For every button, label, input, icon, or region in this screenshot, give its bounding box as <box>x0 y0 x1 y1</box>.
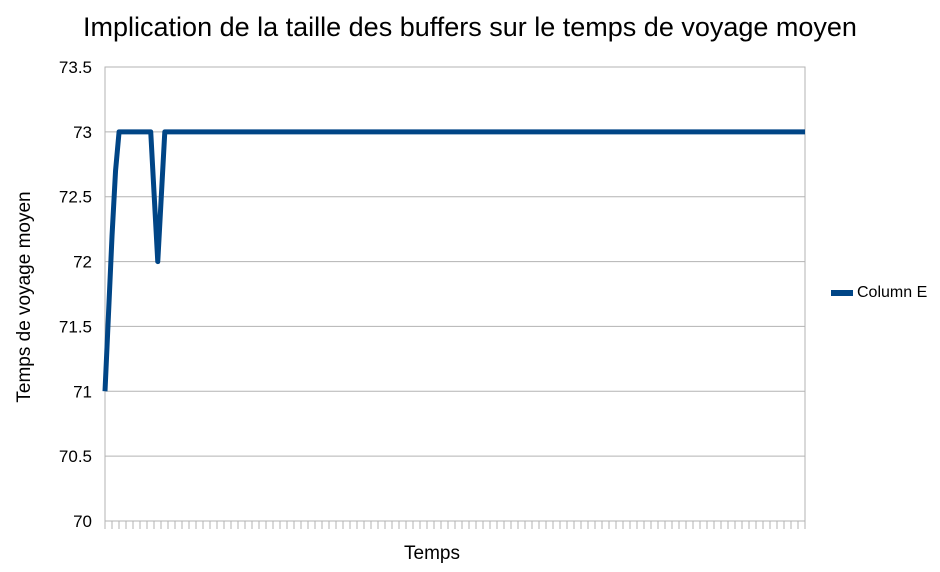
y-tick-labels: 70 70.5 71 71.5 72 72.5 73 73.5 <box>59 58 92 531</box>
legend-swatch-column-e <box>831 290 853 296</box>
y-tick-label: 70 <box>73 512 92 531</box>
legend-label-column-e: Column E <box>857 284 928 301</box>
y-tick-label: 71 <box>73 382 92 401</box>
y-tick-label: 71.5 <box>59 317 92 336</box>
grid-layer <box>105 66 805 522</box>
plot-area <box>104 66 806 522</box>
y-tick-label: 70.5 <box>59 447 92 466</box>
legend: Column E <box>831 284 927 302</box>
y-tick-label: 72.5 <box>59 188 92 207</box>
chart-svg: 70 70.5 71 71.5 72 72.5 73 73.5 <box>59 58 806 531</box>
x-axis-label: Temps <box>404 543 460 564</box>
x-tick-marks <box>104 521 806 529</box>
y-tick-label: 72 <box>73 253 92 272</box>
y-tick-label: 73.5 <box>59 58 92 77</box>
y-axis-label: Temps de voyage moyen <box>14 191 35 403</box>
y-tick-label: 73 <box>73 123 92 142</box>
